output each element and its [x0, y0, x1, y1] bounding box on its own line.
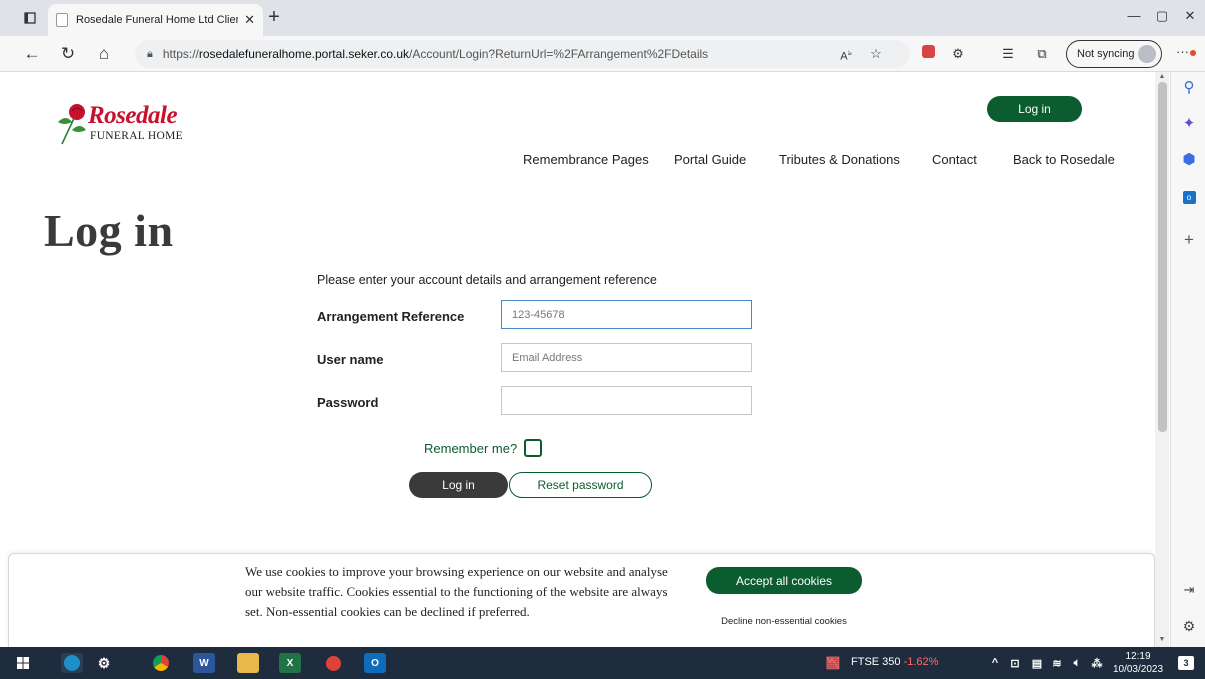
word-icon[interactable]: W — [193, 653, 215, 673]
settings-gear-icon[interactable]: ⚙ — [1179, 616, 1199, 636]
restore-icon[interactable]: ▢ — [1152, 8, 1172, 24]
extension-shield-icon[interactable] — [918, 45, 938, 63]
meet-now-icon[interactable]: ⊡ — [1004, 653, 1026, 673]
stock-ticker[interactable]: FTSE 350 -1.62% — [851, 656, 938, 668]
decline-cookies-link[interactable]: Decline non-essential cookies — [706, 616, 862, 627]
page-content: Rosedale FUNERAL HOME Log in Remembrance… — [0, 72, 1155, 647]
sync-label: Not syncing — [1077, 48, 1135, 60]
close-window-icon[interactable]: ✕ — [1180, 8, 1200, 24]
extensions-icon[interactable]: ⚙ — [948, 45, 968, 63]
brand-name: Rosedale — [88, 102, 178, 129]
tab-close-icon[interactable]: ✕ — [244, 12, 255, 28]
password-label: Password — [317, 395, 379, 410]
nav-tributes-donations[interactable]: Tributes & Donations — [779, 152, 900, 167]
page-title: Log in — [44, 205, 174, 256]
cookie-notice-text: We use cookies to improve your browsing … — [245, 564, 668, 619]
add-icon[interactable]: + — [1179, 230, 1199, 250]
rose-icon — [58, 104, 86, 145]
back-icon[interactable]: ← — [21, 44, 43, 64]
home-icon[interactable]: ⌂ — [93, 44, 115, 64]
refresh-icon[interactable]: ↻ — [57, 44, 79, 64]
browser-tab[interactable]: Rosedale Funeral Home Ltd Clien ✕ — [48, 4, 263, 36]
scroll-up-icon[interactable]: ▲ — [1157, 73, 1167, 80]
remember-me-label: Remember me? — [424, 441, 518, 456]
address-bar[interactable]: 🔒︎ https://rosedalefuneralhome.portal.se… — [135, 40, 910, 68]
office-icon[interactable]: ⬢ — [1179, 150, 1199, 170]
stock-trend-icon[interactable]: 📉︎ — [822, 653, 844, 673]
header-login-button[interactable]: Log in — [987, 96, 1082, 122]
wifi-icon[interactable]: ≋ — [1046, 653, 1068, 673]
browser-toolbar: ← ↻ ⌂ 🔒︎ https://rosedalefuneralhome.por… — [0, 36, 1205, 72]
rosedale-logo[interactable]: Rosedale FUNERAL HOME — [52, 100, 202, 150]
favorites-star-icon[interactable]: ☆ — [866, 45, 886, 63]
password-input[interactable] — [501, 386, 752, 415]
reset-password-button[interactable]: Reset password — [509, 472, 652, 498]
file-explorer-icon[interactable] — [237, 653, 259, 673]
excel-icon[interactable]: X — [279, 653, 301, 673]
system-clock[interactable]: 12:19 10/03/2023 — [1110, 650, 1166, 676]
scrollbar-thumb[interactable] — [1158, 82, 1167, 432]
arrangement-reference-input[interactable] — [501, 300, 752, 329]
page-favicon-icon — [56, 13, 68, 27]
lock-icon[interactable]: 🔒︎ — [147, 48, 153, 61]
accept-cookies-button[interactable]: Accept all cookies — [706, 567, 862, 594]
search-icon[interactable]: ⚲ — [1179, 78, 1199, 98]
username-label: User name — [317, 352, 384, 367]
network-icon[interactable]: ▤ — [1026, 653, 1048, 673]
login-button[interactable]: Log in — [409, 472, 508, 498]
outlook-icon[interactable]: O — [364, 653, 386, 673]
notifications-icon[interactable]: 3 — [1175, 653, 1197, 673]
nav-portal-guide[interactable]: Portal Guide — [674, 152, 746, 167]
sidebar-toggle-icon[interactable]: ⇥ — [1179, 580, 1199, 600]
clock-date: 10/03/2023 — [1112, 664, 1164, 675]
remember-me-checkbox[interactable] — [524, 439, 542, 457]
nav-remembrance-pages[interactable]: Remembrance Pages — [523, 152, 649, 167]
profile-sync-button[interactable]: Not syncing — [1066, 40, 1162, 68]
language-icon[interactable]: ⁂ — [1086, 653, 1108, 673]
copilot-icon[interactable]: ✦ — [1179, 114, 1199, 134]
minimize-icon[interactable]: — — [1124, 8, 1144, 23]
scroll-down-icon[interactable]: ▼ — [1157, 636, 1167, 643]
windows-taskbar: ⚙ W X O 📉︎ FTSE 350 -1.62% ^ ⊡ ▤ ≋ 🔈︎ ⁂ … — [0, 647, 1205, 679]
favorites-list-icon[interactable]: ☰ — [998, 45, 1018, 63]
nav-back-to-rosedale[interactable]: Back to Rosedale — [1013, 152, 1115, 167]
browser-tab-bar: Rosedale Funeral Home Ltd Clien ✕ + — ▢ … — [0, 0, 1205, 36]
avatar — [1138, 45, 1156, 63]
show-hidden-icons-icon[interactable]: ^ — [984, 653, 1006, 673]
tab-actions-icon[interactable] — [18, 6, 42, 30]
clock-time: 12:19 — [1125, 651, 1151, 662]
brand-subtitle: FUNERAL HOME — [90, 130, 183, 142]
cookie-banner: We use cookies to improve your browsing … — [8, 553, 1155, 647]
more-options-icon[interactable]: ··· — [1176, 43, 1196, 61]
username-input[interactable] — [501, 343, 752, 372]
edge-browser-icon[interactable] — [61, 653, 83, 673]
volume-icon[interactable]: 🔈︎ — [1066, 653, 1088, 673]
settings-icon[interactable]: ⚙ — [93, 653, 115, 673]
tab-title: Rosedale Funeral Home Ltd Clien — [76, 14, 239, 26]
login-intro-text: Please enter your account details and ar… — [317, 273, 657, 287]
app-icon[interactable] — [322, 653, 344, 673]
chrome-icon[interactable] — [150, 653, 172, 673]
new-tab-icon[interactable]: + — [264, 7, 284, 27]
windows-start-icon[interactable] — [12, 653, 34, 673]
arrangement-reference-label: Arrangement Reference — [317, 309, 465, 324]
url-text: https://rosedalefuneralhome.portal.seker… — [162, 47, 709, 61]
edge-sidebar: ⚲ ✦ ⬢ o + ⇥ ⚙ — [1170, 72, 1205, 647]
collections-icon[interactable]: ⧉ — [1032, 45, 1052, 63]
outlook-icon[interactable]: o — [1179, 186, 1199, 206]
nav-contact[interactable]: Contact — [932, 152, 977, 167]
read-aloud-icon[interactable]: Aঌ — [836, 45, 856, 63]
